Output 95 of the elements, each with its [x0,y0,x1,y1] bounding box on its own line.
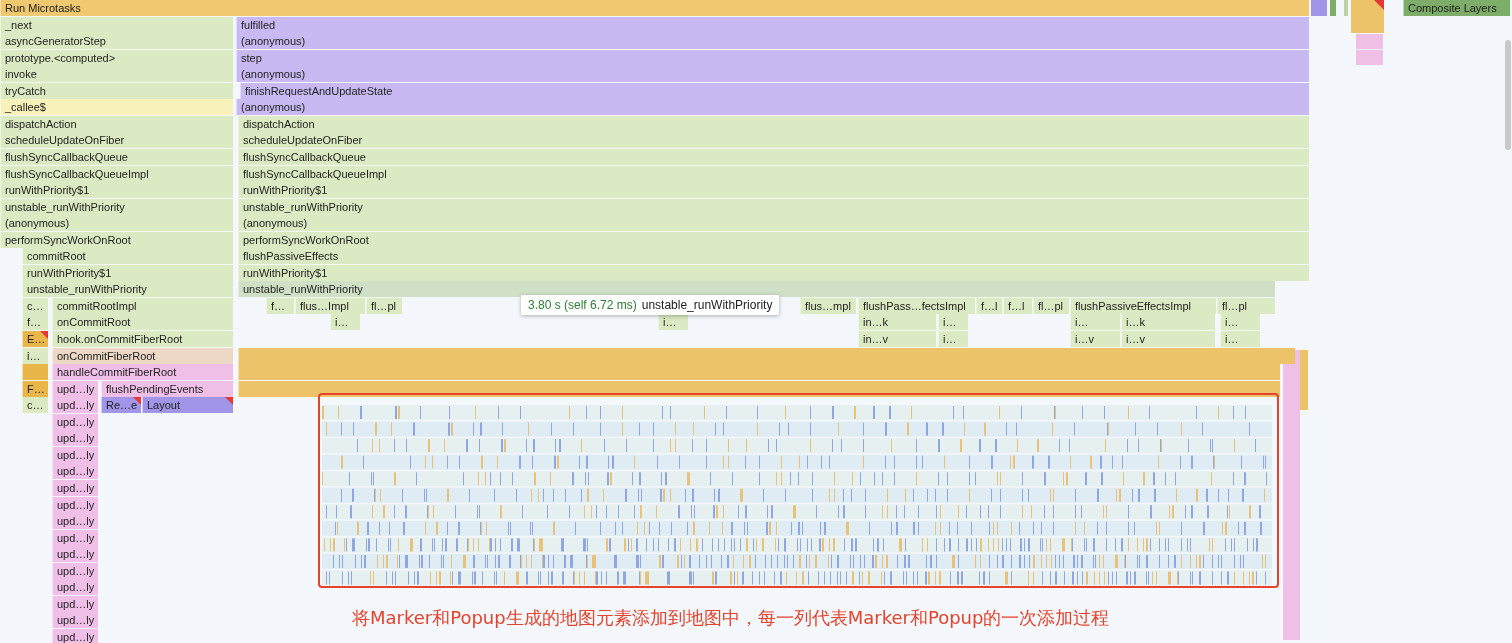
flame-event[interactable]: (anonymous) [236,66,1309,82]
flame-event[interactable]: scheduleUpdateOnFiber [0,132,233,148]
flame-event[interactable]: upd…ly [52,546,98,562]
flame-event[interactable]: i… [22,348,48,364]
flame-event[interactable]: fl…pl [366,298,402,314]
flame-event[interactable]: flushPassiveEffects [238,248,1309,264]
flame-event[interactable]: unstable_runWithPriority [22,281,233,297]
flame-event[interactable]: flushSyncCallbackQueueImpl [0,166,233,182]
flame-event[interactable]: c… [22,298,48,314]
flame-event[interactable]: i… [330,314,360,330]
flame-event[interactable]: finishRequestAndUpdateState [240,83,1309,99]
flame-event[interactable]: asyncGeneratorStep [0,33,233,49]
flame-event[interactable]: _callee$ [0,99,233,115]
flame-event[interactable]: upd…ly [52,579,98,595]
flame-event[interactable]: flushPass…fectsImpl [858,298,975,314]
flame-event[interactable]: i… [1070,314,1120,330]
flame-event[interactable]: dispatchAction [0,116,233,132]
flame-event[interactable]: Composite Layers [1403,0,1510,16]
flame-event[interactable]: upd…ly [52,596,98,612]
flame-event[interactable]: runWithPriority$1 [238,265,1309,281]
flame-event[interactable]: i… [938,314,968,330]
flame-event[interactable]: upd…ly [52,497,98,513]
flame-event[interactable]: upd…ly [52,414,98,430]
flame-event[interactable]: tryCatch [0,83,233,99]
flame-event[interactable]: upd…ly [52,563,98,579]
tooltip-time: 3.80 s (self 6.72 ms) [528,297,637,314]
flame-event[interactable]: i…v [1121,331,1215,347]
flame-event[interactable]: i…v [1070,331,1120,347]
flame-event[interactable]: hook.onCommitFiberRoot [52,331,233,347]
flame-event[interactable]: _next [0,17,233,33]
flame-event[interactable]: i… [1220,331,1260,347]
flame-event[interactable]: flushPassiveEffectsImpl [1070,298,1216,314]
flame-event[interactable]: flushSyncCallbackQueue [238,149,1309,165]
flame-event[interactable]: invoke [0,66,233,82]
flame-bar[interactable] [238,364,1280,380]
flame-event[interactable]: upd…ly [52,480,98,496]
flame-bar[interactable] [22,364,48,380]
flame-event[interactable]: runWithPriority$1 [22,265,233,281]
flame-event[interactable]: fl…pl [1033,298,1069,314]
flame-event[interactable]: unstable_runWithPriority [0,199,233,215]
flame-event[interactable]: f…l [1003,298,1032,314]
flame-event[interactable]: prototype.<computed> [0,50,233,66]
flame-event[interactable]: in…v [858,331,936,347]
warning-icon [225,397,233,405]
flame-event[interactable]: c… [22,397,48,413]
flame-event[interactable]: i… [1220,314,1260,330]
flame-event[interactable]: flushSyncCallbackQueue [0,149,233,165]
flame-event[interactable]: upd…ly [52,381,98,397]
flame-event[interactable]: upd…ly [52,513,98,529]
flame-event[interactable]: f… [22,314,48,330]
flame-event[interactable]: dispatchAction [238,116,1309,132]
flame-event[interactable]: (anonymous) [0,215,233,231]
flame-event[interactable]: upd…ly [52,430,98,446]
flame-event[interactable]: runWithPriority$1 [0,182,233,198]
flame-event[interactable]: (anonymous) [236,33,1309,49]
flame-event[interactable]: in…k [858,314,936,330]
flame-event[interactable]: (anonymous) [236,99,1309,115]
flame-event[interactable]: Re…e [101,397,141,413]
flame-event[interactable]: F… [22,381,48,397]
annotation-text: 将Marker和Popup生成的地图元素添加到地图中，每一列代表Marker和Popup的一次添加过程 [352,606,1110,630]
flame-event[interactable]: upd…ly [52,530,98,546]
flame-event[interactable]: (anonymous) [238,215,1309,231]
flame-event[interactable]: Layout [142,397,233,413]
flame-event[interactable]: f…l [976,298,1002,314]
flame-event[interactable]: performSyncWorkOnRoot [0,232,233,248]
flame-event[interactable]: performSyncWorkOnRoot [238,232,1309,248]
flame-event[interactable]: Run Microtasks [0,0,1309,16]
flame-event[interactable]: E… [22,331,48,347]
flame-event[interactable]: flushPendingEvents [101,381,233,397]
scrollbar[interactable] [1505,40,1511,150]
flame-event[interactable]: upd…ly [52,612,98,628]
flame-event[interactable]: i…k [1121,314,1215,330]
flame-event[interactable]: onCommitRoot [52,314,233,330]
flame-event[interactable]: flus…Impl [295,298,365,314]
flame-event[interactable]: unstable_runWithPriority [238,281,1275,297]
flame-event[interactable]: step [236,50,1309,66]
flame-event[interactable]: commitRoot [22,248,233,264]
flame-event[interactable]: upd…ly [52,447,98,463]
flame-event[interactable]: scheduleUpdateOnFiber [238,132,1309,148]
flame-event[interactable]: f… [266,298,294,314]
flame-event[interactable]: runWithPriority$1 [238,182,1309,198]
flame-event[interactable]: upd…ly [52,463,98,479]
tooltip-function: unstable_runWithPriority [641,297,773,314]
flame-event[interactable]: unstable_runWithPriority [238,199,1309,215]
flame-event[interactable]: onCommitFiberRoot [52,348,233,364]
flame-event[interactable]: upd…ly [52,397,98,413]
flame-bar[interactable] [238,348,1295,364]
flame-event[interactable]: fulfilled [236,17,1309,33]
flame-event[interactable]: flushSyncCallbackQueueImpl [238,166,1309,182]
flame-event[interactable]: flus…mpl [800,298,856,314]
flame-event[interactable]: i… [938,331,968,347]
flame-event[interactable]: fl…pl [1217,298,1275,314]
flame-event[interactable]: handleCommitFiberRoot [52,364,233,380]
flame-event[interactable]: upd…ly [52,629,98,643]
flame-event[interactable]: commitRootImpl [52,298,233,314]
